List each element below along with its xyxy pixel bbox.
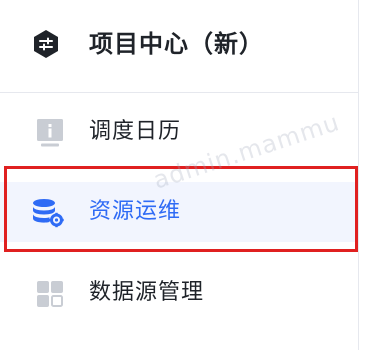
info-document-icon: [35, 118, 65, 148]
sidebar-item-schedule-calendar[interactable]: 调度日历: [0, 102, 358, 162]
sidebar-item-datasource-management[interactable]: 数据源管理: [0, 263, 358, 323]
app-title: 项目中心（新）: [89, 30, 264, 58]
sidebar-divider: [358, 0, 359, 350]
selection-highlight-box: [4, 166, 358, 252]
sidebar-panel: 项目中心（新） 调度日历 资源运维 数据源管理 admin.mammu: [0, 0, 366, 350]
sidebar-item-label: 调度日历: [89, 119, 182, 144]
grid-blocks-icon: [35, 279, 65, 309]
settings-sliders-hexagon-icon: [31, 29, 61, 59]
sidebar-header: 项目中心（新）: [0, 0, 358, 93]
sidebar-item-label: 数据源管理: [89, 280, 205, 305]
